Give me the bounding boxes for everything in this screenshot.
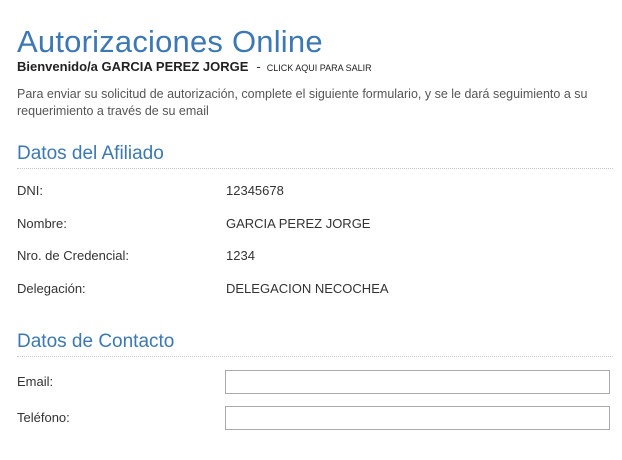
welcome-separator: -	[256, 59, 261, 74]
welcome-greeting: Bienvenido/a GARCIA PEREZ JORGE	[17, 59, 249, 74]
dni-value: 12345678	[226, 183, 284, 198]
phone-label: Teléfono:	[17, 410, 70, 425]
section-title-contact: Datos de Contacto	[17, 331, 613, 357]
credential-value: 1234	[226, 248, 255, 263]
delegation-value: DELEGACION NECOCHEA	[226, 281, 389, 296]
dni-label: DNI:	[17, 183, 43, 198]
name-label: Nombre:	[17, 216, 67, 231]
section-title-affiliate: Datos del Afiliado	[17, 143, 613, 169]
credential-label: Nro. de Credencial:	[17, 248, 129, 263]
intro-text: Para enviar su solicitud de autorización…	[17, 87, 588, 118]
page-title: Autorizaciones Online	[17, 23, 323, 59]
delegation-label: Delegación:	[17, 281, 86, 296]
welcome-bar: Bienvenido/a GARCIA PEREZ JORGE - CLICK AQ…	[17, 59, 372, 74]
email-label: Email:	[17, 374, 54, 389]
phone-field[interactable]	[225, 406, 610, 430]
email-field[interactable]	[225, 370, 610, 394]
name-value: GARCIA PEREZ JORGE	[226, 216, 371, 231]
logout-link[interactable]: CLICK AQUI PARA SALIR	[267, 63, 372, 73]
